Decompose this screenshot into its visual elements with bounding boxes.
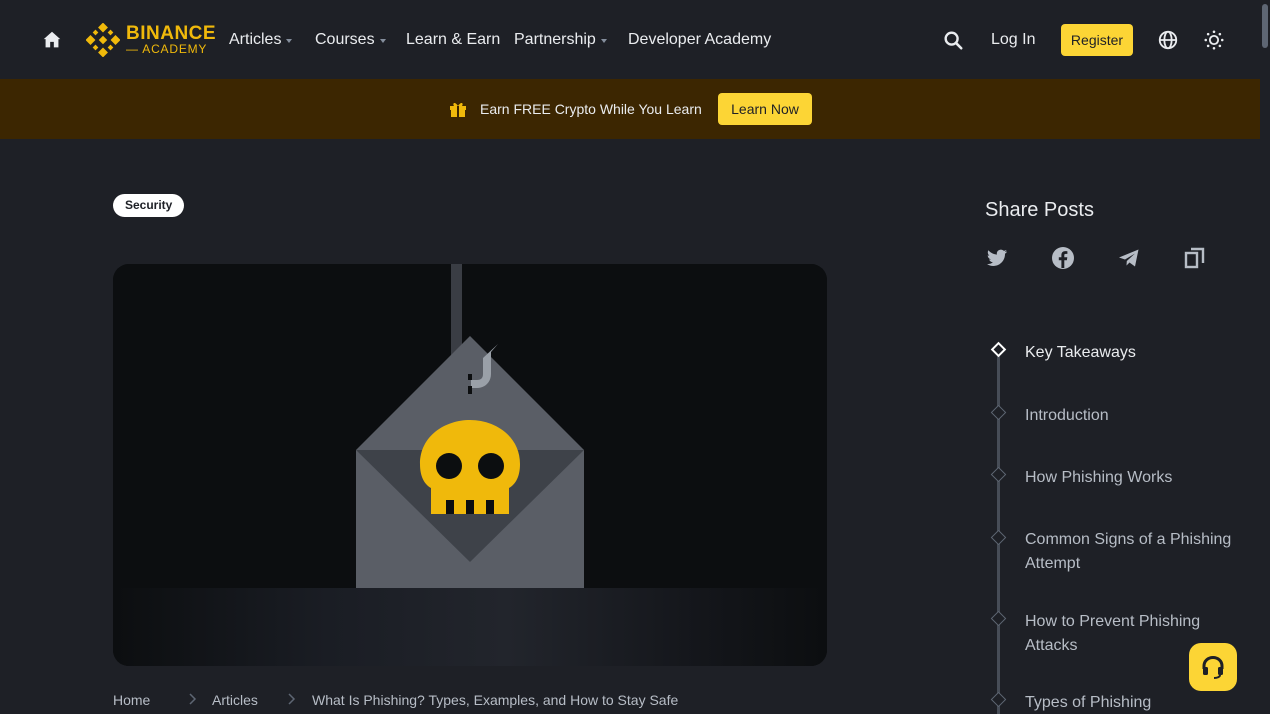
chevron-down-icon <box>600 39 607 43</box>
nav-partnership-label: Partnership <box>514 31 596 48</box>
chevron-right-icon <box>288 693 296 705</box>
nav-developer-academy[interactable]: Developer Academy <box>628 29 771 51</box>
page-scrollbar[interactable] <box>1260 0 1270 714</box>
home-icon[interactable] <box>41 29 63 51</box>
toc-marker <box>990 529 1007 546</box>
copy-link-icon[interactable] <box>1183 246 1207 270</box>
nav-articles[interactable]: Articles <box>229 29 293 51</box>
breadcrumb-articles[interactable]: Articles <box>212 690 258 710</box>
logo-wordmark: BINANCE <box>126 23 217 44</box>
nav-developer-academy-label: Developer Academy <box>628 31 772 48</box>
article-hero-image <box>113 264 827 666</box>
top-navigation-bar: BINANCE — ACADEMY Articles Courses Learn… <box>0 0 1260 79</box>
learn-now-button[interactable]: Learn Now <box>718 93 812 125</box>
twitter-icon[interactable] <box>985 246 1009 270</box>
login-link[interactable]: Log In <box>991 29 1035 51</box>
nav-courses-label: Courses <box>315 31 375 48</box>
breadcrumb-current: What Is Phishing? Types, Examples, and H… <box>312 692 679 708</box>
globe-icon[interactable] <box>1157 29 1179 51</box>
toc-marker <box>990 691 1007 708</box>
toc-item-how-phishing-works[interactable]: How Phishing Works <box>1025 466 1240 490</box>
scrollbar-thumb[interactable] <box>1262 4 1268 48</box>
binance-academy-logo[interactable]: BINANCE — ACADEMY <box>86 22 216 58</box>
theme-toggle-icon[interactable] <box>1203 29 1225 51</box>
telegram-icon[interactable] <box>1117 246 1141 270</box>
toc-marker-active <box>990 341 1007 358</box>
chevron-right-icon <box>189 693 197 705</box>
register-button[interactable]: Register <box>1061 24 1133 56</box>
gift-icon <box>450 102 466 117</box>
facebook-icon[interactable] <box>1051 246 1075 270</box>
nav-articles-label: Articles <box>229 31 282 48</box>
binance-logo-icon <box>86 23 120 57</box>
toc-item-types-of-phishing[interactable]: Types of Phishing <box>1025 691 1240 714</box>
phishing-envelope-illustration <box>113 264 827 666</box>
nav-learn-and-earn-label: Learn & Earn <box>406 31 501 48</box>
promo-banner: Earn FREE Crypto While You Learn Learn N… <box>0 79 1260 139</box>
headset-icon <box>1202 655 1224 679</box>
support-chat-button[interactable] <box>1189 643 1237 691</box>
chevron-down-icon <box>286 39 293 43</box>
share-posts-title: Share Posts <box>985 199 1094 221</box>
toc-item-introduction[interactable]: Introduction <box>1025 404 1240 428</box>
toc-marker <box>990 610 1007 627</box>
toc-item-key-takeaways[interactable]: Key Takeaways <box>1025 341 1240 365</box>
nav-learn-and-earn[interactable]: Learn & Earn <box>406 29 500 51</box>
toc-marker <box>990 404 1007 421</box>
toc-item-common-signs[interactable]: Common Signs of a Phishing Attempt <box>1025 528 1240 576</box>
search-icon[interactable] <box>942 29 964 51</box>
chevron-down-icon <box>379 39 386 43</box>
category-tag[interactable]: Security <box>113 194 185 217</box>
logo-subtitle: — ACADEMY <box>126 42 208 56</box>
nav-courses[interactable]: Courses <box>315 29 386 51</box>
breadcrumb-home[interactable]: Home <box>113 690 150 710</box>
nav-partnership[interactable]: Partnership <box>514 29 607 51</box>
banner-text: Earn FREE Crypto While You Learn <box>480 101 702 117</box>
toc-marker <box>990 466 1007 483</box>
